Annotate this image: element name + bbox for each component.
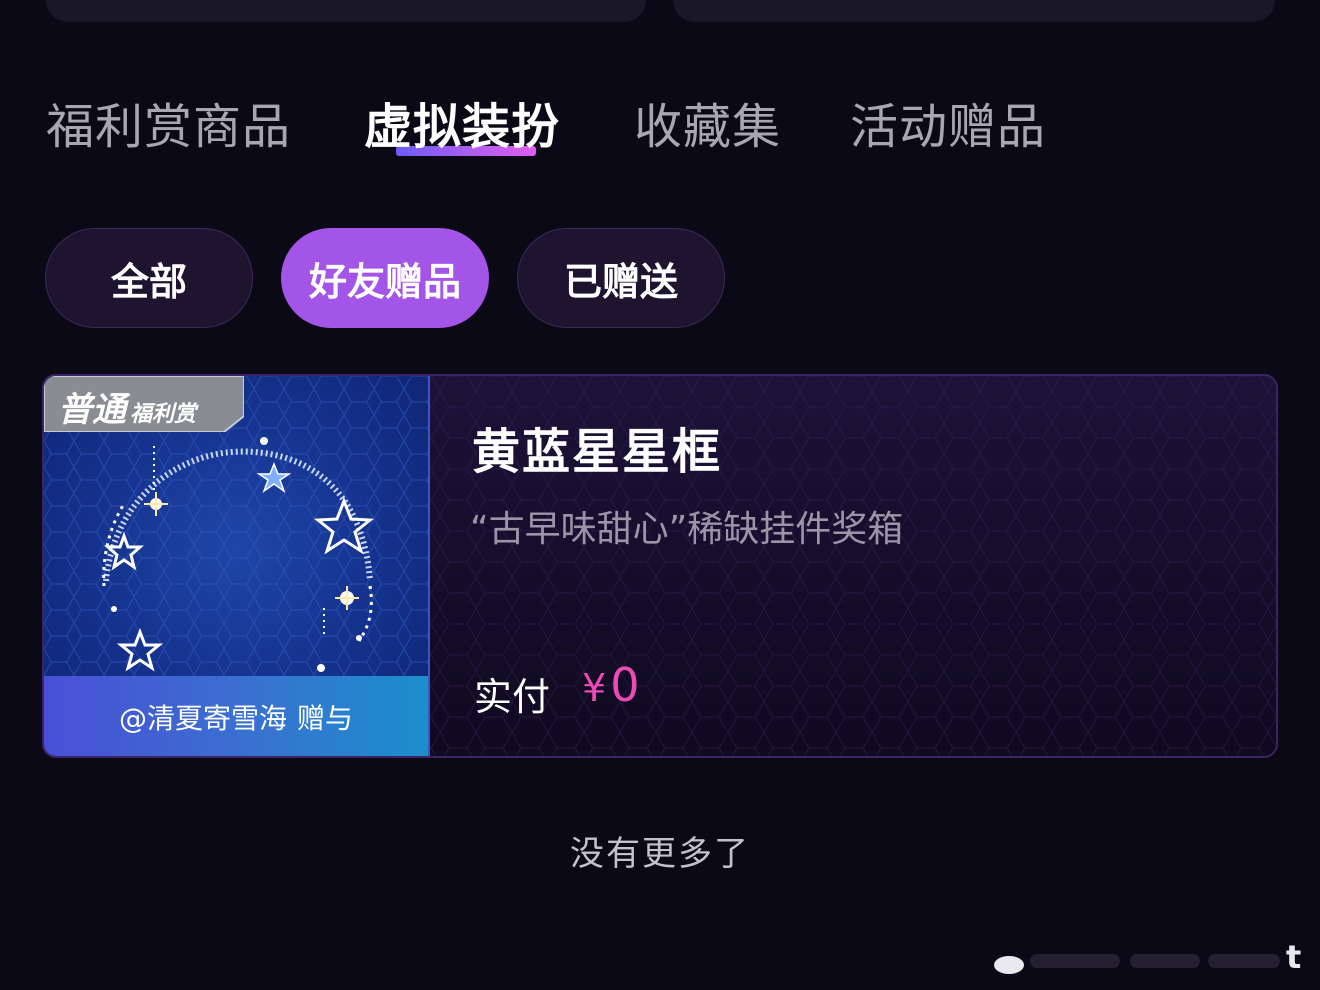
filter-sent-button[interactable]: 已赠送 [517, 228, 725, 328]
gift-item-card[interactable]: 普通 福利赏 @清夏寄雪海 赠与 黄蓝星星框 “古早味甜心”稀缺挂件奖箱 实付 ¥0 [42, 374, 1278, 758]
item-source: “古早味甜心”稀缺挂件奖箱 [470, 509, 904, 550]
filter-all-button[interactable]: 全部 [45, 228, 253, 328]
price-label: 实付 [474, 675, 551, 719]
watermark-logo-icon [994, 956, 1024, 974]
tab-welfare-goods[interactable]: 福利赏商品 [46, 96, 291, 158]
filter-sent-label: 已赠送 [563, 259, 678, 304]
top-card-right[interactable] [673, 0, 1275, 22]
watermark: t [990, 936, 1320, 982]
tab-virtual-dressup[interactable]: 虚拟装扮 [364, 96, 560, 158]
filter-friend-gifts-label: 好友赠品 [308, 259, 461, 304]
top-card-left[interactable] [46, 0, 646, 22]
gift-sender-name: @清夏寄雪海 [118, 702, 287, 735]
price-value: ¥0 [582, 658, 639, 712]
filter-all-label: 全部 [110, 259, 187, 304]
filter-friend-gifts-button[interactable]: 好友赠品 [281, 228, 489, 328]
item-thumbnail: 普通 福利赏 @清夏寄雪海 赠与 [44, 376, 430, 756]
gift-from-bar: @清夏寄雪海 赠与 [44, 676, 428, 756]
gift-suffix-label: 赠与 [297, 702, 354, 735]
watermark-letter: t [1286, 938, 1302, 976]
no-more-text: 没有更多了 [570, 834, 750, 874]
item-title: 黄蓝星星框 [472, 424, 723, 480]
badge-label: 普通 福利赏 [58, 390, 197, 430]
tab-event-gifts[interactable]: 活动赠品 [850, 96, 1046, 158]
currency-symbol: ¥ [582, 666, 607, 710]
price-amount: 0 [610, 658, 640, 712]
tab-collection[interactable]: 收藏集 [634, 96, 781, 158]
